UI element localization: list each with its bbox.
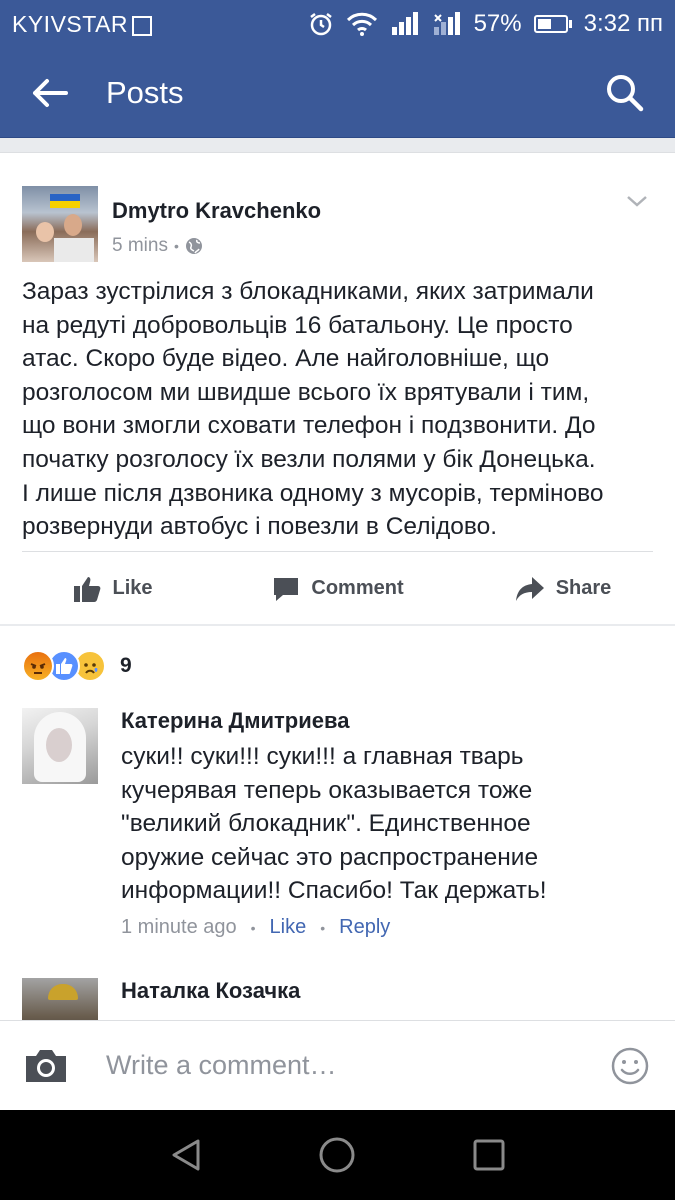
reactions-summary[interactable]: 9 bbox=[22, 650, 132, 682]
commenter-avatar[interactable] bbox=[22, 708, 98, 784]
angry-reaction-icon bbox=[22, 650, 54, 682]
commenter-name[interactable]: Наталка Козачка bbox=[121, 978, 300, 1004]
search-icon bbox=[607, 74, 644, 111]
meta-separator: • bbox=[320, 919, 326, 936]
smiley-icon bbox=[611, 1047, 649, 1084]
comments-section: 9 Катерина Дмитриева суки!! суки!!! суки… bbox=[0, 626, 675, 1020]
meta-separator: • bbox=[173, 238, 179, 254]
square-recents-icon bbox=[473, 1139, 505, 1171]
camera-icon bbox=[26, 1049, 66, 1082]
chevron-down-icon[interactable] bbox=[625, 189, 649, 213]
clock: 3:32 пп bbox=[583, 10, 663, 37]
battery-percent: 57% bbox=[473, 10, 522, 37]
comment-composer bbox=[0, 1020, 675, 1110]
feed-content: Dmytro Kravchenko 5 mins • Зараз зустріл… bbox=[0, 138, 675, 1020]
commenter-name[interactable]: Катерина Дмитриева bbox=[121, 708, 349, 734]
signal-weak-icon bbox=[432, 11, 462, 37]
search-button[interactable] bbox=[575, 48, 675, 138]
nav-recents-button[interactable] bbox=[449, 1115, 529, 1195]
system-nav-bar bbox=[0, 1110, 675, 1200]
post-card: Dmytro Kravchenko 5 mins • Зараз зустріл… bbox=[0, 152, 675, 624]
comment-input[interactable] bbox=[106, 1035, 585, 1096]
comment-button[interactable]: Comment bbox=[225, 552, 450, 625]
comment: Катерина Дмитриева суки!! суки!!! суки!!… bbox=[22, 708, 662, 948]
page-title: Posts bbox=[106, 74, 184, 110]
status-bar: KYIVSTAR 57% 3:32 пп bbox=[0, 0, 675, 48]
wifi-icon bbox=[346, 11, 378, 37]
signal-icon bbox=[390, 11, 420, 37]
alarm-icon bbox=[308, 11, 334, 37]
post-text: Зараз зустрілися з блокадниками, яких за… bbox=[22, 278, 604, 541]
post-meta: 5 mins • bbox=[112, 235, 203, 257]
comment-reply-link[interactable]: Reply bbox=[339, 916, 390, 939]
comment-label: Comment bbox=[311, 577, 404, 599]
post-time[interactable]: 5 mins bbox=[112, 235, 168, 257]
status-icons: 57% 3:32 пп bbox=[308, 10, 663, 38]
thumbs-up-icon bbox=[74, 576, 101, 602]
commenter-avatar[interactable] bbox=[22, 978, 98, 1020]
comment-like-link[interactable]: Like bbox=[270, 916, 307, 939]
nav-back-button[interactable] bbox=[146, 1115, 226, 1195]
like-button[interactable]: Like bbox=[0, 552, 225, 625]
comment: Наталка Козачка bbox=[22, 978, 662, 1020]
post-author[interactable]: Dmytro Kravchenko bbox=[112, 198, 321, 224]
app-bar: Posts bbox=[0, 48, 675, 138]
post-actions: Like Comment Share bbox=[0, 552, 675, 625]
share-label: Share bbox=[555, 577, 612, 599]
globe-icon bbox=[185, 238, 202, 254]
share-arrow-icon bbox=[515, 576, 544, 601]
reaction-count: 9 bbox=[120, 654, 132, 677]
battery-icon bbox=[533, 15, 572, 33]
arrow-left-icon bbox=[33, 78, 68, 107]
like-label: Like bbox=[112, 577, 153, 599]
camera-button[interactable] bbox=[0, 1021, 92, 1111]
nav-home-button[interactable] bbox=[297, 1115, 377, 1195]
meta-separator: • bbox=[250, 919, 256, 936]
triangle-back-icon bbox=[172, 1139, 200, 1171]
comment-meta: 1 minute ago • Like • Reply bbox=[121, 916, 390, 939]
carrier-name: KYIVSTAR bbox=[12, 10, 129, 37]
author-avatar[interactable] bbox=[22, 186, 98, 262]
comment-text: суки!! суки!!! суки!!! а главная тварь к… bbox=[121, 743, 547, 905]
speech-bubble-icon bbox=[274, 577, 299, 601]
share-button[interactable]: Share bbox=[450, 552, 675, 625]
image-notification-icon bbox=[132, 16, 153, 36]
back-button[interactable] bbox=[0, 48, 100, 138]
comment-time: 1 minute ago bbox=[121, 916, 237, 938]
circle-home-icon bbox=[319, 1137, 355, 1173]
emoji-button[interactable] bbox=[585, 1021, 675, 1111]
